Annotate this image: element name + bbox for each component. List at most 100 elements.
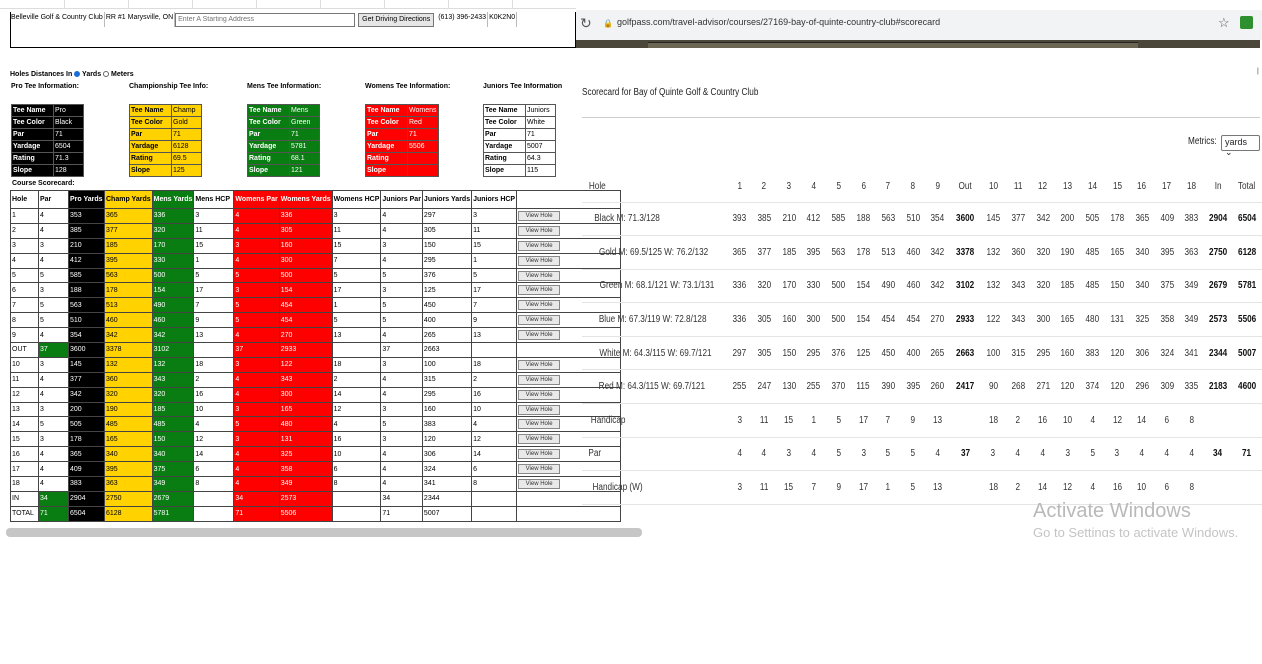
scorecard-cell: 340 xyxy=(104,446,153,463)
cell-text: 160 xyxy=(782,314,796,326)
view-hole-button[interactable]: View Hole xyxy=(518,255,561,266)
view-hole-button[interactable]: View Hole xyxy=(518,270,561,281)
scorecard-cell: 4 xyxy=(380,371,423,388)
scorecard-cell: 160 xyxy=(421,401,473,418)
score-cell: 10 xyxy=(1055,403,1081,438)
view-hole-button[interactable]: View Hole xyxy=(518,225,561,236)
table-row: 4 4 412 395 330 1 4 300 7 4 295 1 View Hole xyxy=(10,252,622,269)
view-hole-button[interactable]: View Hole xyxy=(518,285,561,296)
scorecard-cell: 4 xyxy=(233,222,280,239)
tee-info-row: Rating 71.3 xyxy=(11,152,84,165)
view-hole-button[interactable]: View Hole xyxy=(518,464,561,475)
tee-info-row: Rating 69.5 xyxy=(129,152,202,165)
score-cell: 306 xyxy=(1129,336,1155,371)
scorecard-cell: 2 xyxy=(471,371,518,388)
view-hole-button[interactable]: View Hole xyxy=(518,359,561,370)
golfpass-header: 10 xyxy=(980,172,1006,203)
score-cell: 5 xyxy=(900,437,926,472)
cell-text: 9 xyxy=(910,414,916,426)
cell-text: 412 xyxy=(806,213,821,225)
view-hole-button[interactable]: View Hole xyxy=(518,300,561,311)
score-cell: 4 xyxy=(726,437,752,472)
tee-info-value: 6128 xyxy=(171,140,202,153)
cell-text: 320 xyxy=(1036,246,1050,258)
scorecard-cell: 10 xyxy=(193,401,235,418)
starting-address-input[interactable] xyxy=(175,12,356,27)
tee-info-key: Yardage xyxy=(11,140,54,153)
get-directions-button[interactable]: Get Driving Directions xyxy=(358,12,435,27)
scorecard-cell: 2750 xyxy=(104,490,153,507)
golfpass-header: 6 xyxy=(850,172,876,203)
golfpass-header: 16 xyxy=(1129,172,1155,203)
score-cell: 247 xyxy=(751,369,777,405)
cell-text: 377 xyxy=(1011,213,1025,225)
view-hole-button[interactable]: View Hole xyxy=(518,419,561,430)
view-hole-button[interactable]: View Hole xyxy=(518,434,561,445)
horizontal-scrollbar[interactable] xyxy=(6,528,642,537)
cell-text: 2 xyxy=(1015,482,1021,494)
table-row: Blue M: 67.3/119 W: 72.8/128 336 305 160 300… xyxy=(582,302,1262,337)
score-cell: 125 xyxy=(850,336,876,371)
score-cell: 363 xyxy=(1179,235,1205,270)
tee-info-key: Tee Name xyxy=(483,104,526,117)
scorecard-cell: 12 xyxy=(471,431,518,448)
cell-text: 2344 xyxy=(1208,347,1228,359)
cell-text: 3 xyxy=(786,448,792,460)
score-cell: 305 xyxy=(751,336,777,371)
table-row: 11 4 377 360 343 2 4 343 2 4 315 2 View Hole xyxy=(10,371,622,388)
scorecard-cell: 100 xyxy=(421,356,473,373)
score-cell: 295 xyxy=(1030,336,1056,371)
golfpass-header-text: 7 xyxy=(885,181,891,193)
star-icon[interactable]: ☆ xyxy=(1218,15,1230,31)
score-cell: 374 xyxy=(1080,369,1105,405)
cell-text: 130 xyxy=(782,381,796,393)
cell-text: 132 xyxy=(986,246,1001,258)
course-scorecard-table: Hole Par Pro Yards Champ Yards Mens Yards Men… xyxy=(10,190,622,522)
view-hole-button[interactable]: View Hole xyxy=(518,389,561,400)
cell-text: 296 xyxy=(1135,381,1149,393)
meters-radio[interactable] xyxy=(103,71,110,78)
scorecard-cell: 4 xyxy=(233,327,280,344)
metrics-label: Metrics: xyxy=(1188,136,1217,147)
view-hole-button[interactable]: View Hole xyxy=(518,404,561,415)
chevron-down-icon: ⌄ xyxy=(1225,147,1233,157)
tee-label: Handicap (W) xyxy=(582,470,727,505)
golfpass-header: 1 xyxy=(726,172,752,203)
yards-radio[interactable] xyxy=(74,71,81,78)
cell-text: 17 xyxy=(858,414,868,426)
scorecard-cell: 342 xyxy=(104,327,153,344)
score-cell: 320 xyxy=(1030,235,1056,270)
extension-icon[interactable] xyxy=(1240,16,1253,29)
reload-icon[interactable]: ↻ xyxy=(580,15,592,32)
score-cell: 3 xyxy=(850,437,876,472)
scorecard-cell: 513 xyxy=(104,297,153,314)
golfpass-header-text: Out xyxy=(958,181,973,193)
scorecard-cell: 5 xyxy=(193,267,235,284)
lock-icon[interactable]: 🔒 xyxy=(603,19,613,28)
cell-text: 324 xyxy=(1160,347,1174,359)
view-hole-button[interactable]: View Hole xyxy=(518,330,561,341)
score-cell: 71 xyxy=(1231,437,1262,472)
view-hole-button[interactable]: View Hole xyxy=(518,210,561,221)
view-hole-button[interactable]: View Hole xyxy=(518,315,561,326)
view-hole-button[interactable]: View Hole xyxy=(518,478,561,489)
scorecard-cell: 3 xyxy=(38,237,69,254)
cell-text: 120 xyxy=(1110,347,1125,359)
score-cell: 1 xyxy=(875,470,901,505)
score-cell: 178 xyxy=(1104,202,1130,237)
view-hole-button[interactable]: View Hole xyxy=(518,240,561,251)
view-hole-button[interactable]: View Hole xyxy=(518,449,561,460)
scorecard-cell: 349 xyxy=(278,476,333,492)
scorecard-cell: 563 xyxy=(104,267,153,284)
view-hole-button[interactable]: View Hole xyxy=(518,374,561,385)
score-cell xyxy=(950,470,981,505)
score-cell: 3 xyxy=(726,403,752,438)
cell-text: 115 xyxy=(856,381,870,393)
cell-text: 336 xyxy=(732,280,747,292)
scorecard-cell: 1 xyxy=(193,252,235,269)
cell-text: 383 xyxy=(1085,347,1100,359)
cell-text: 336 xyxy=(732,314,747,326)
scorecard-cell: 2 xyxy=(331,371,382,388)
metrics-select[interactable]: yards ⌄ xyxy=(1221,135,1260,157)
address-bar[interactable]: golfpass.com/travel-advisor/courses/2716… xyxy=(617,17,940,27)
